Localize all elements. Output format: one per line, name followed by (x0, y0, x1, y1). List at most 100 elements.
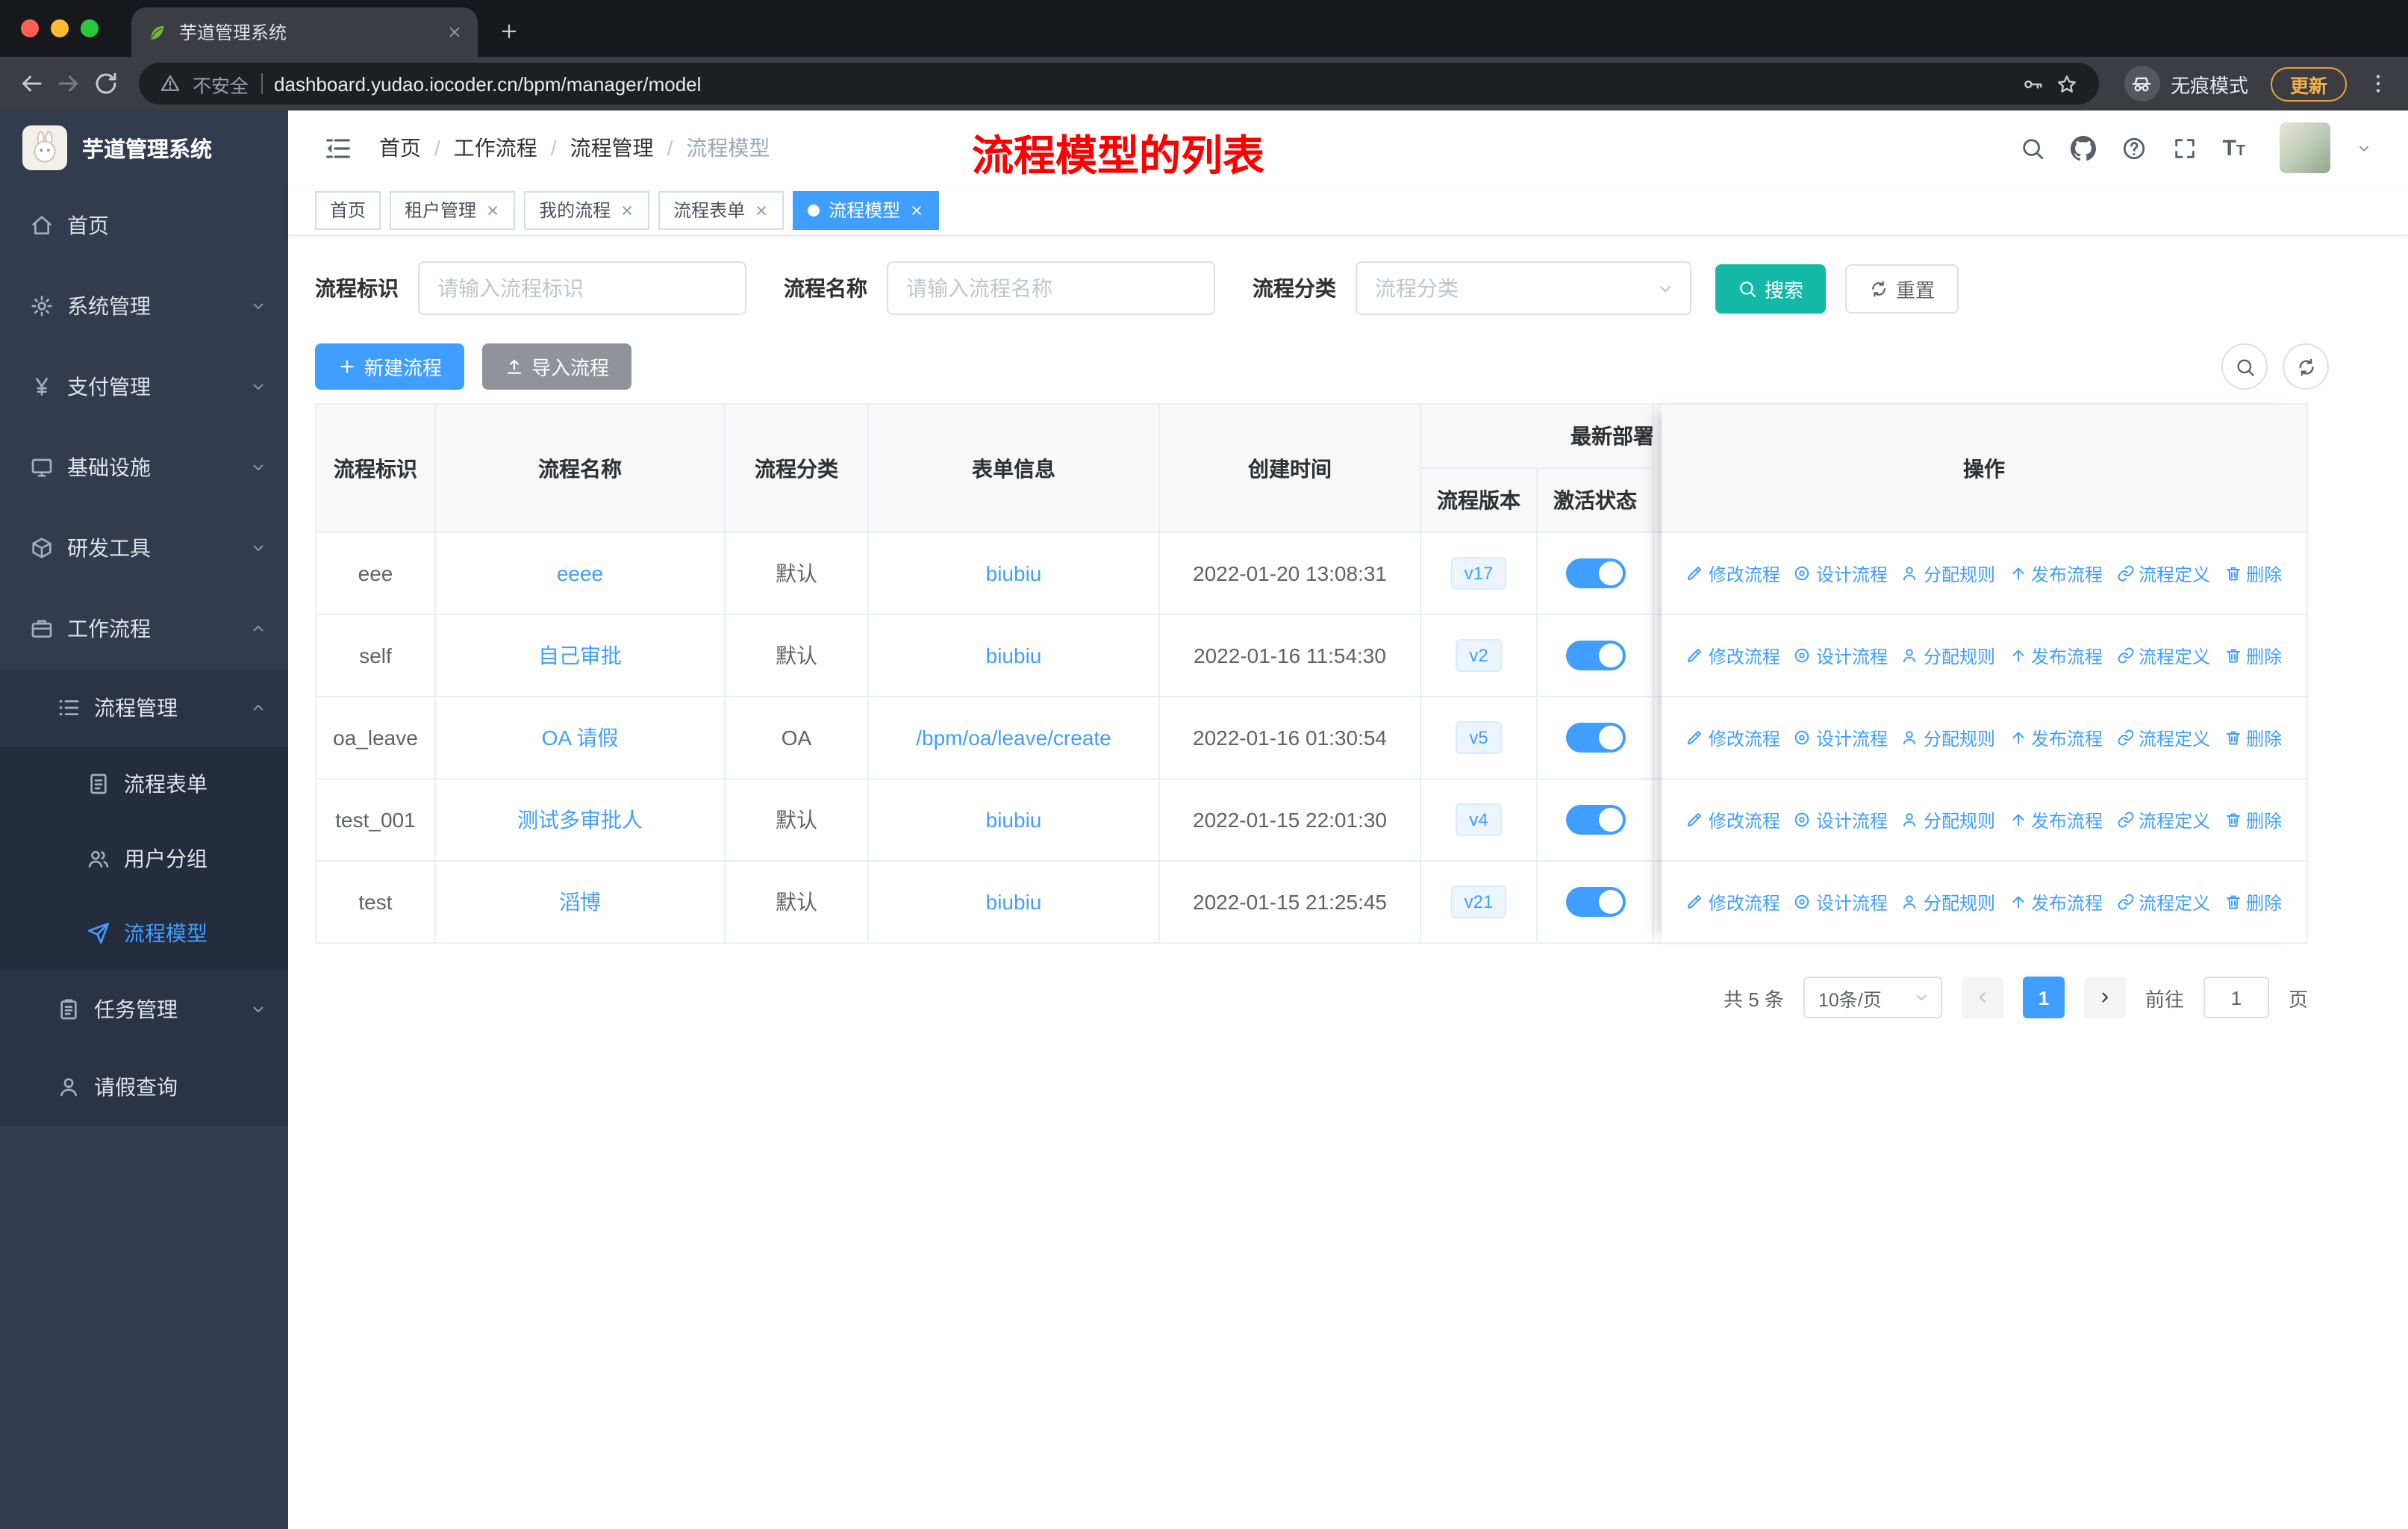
browser-tab[interactable]: 芋道管理系统 (131, 7, 478, 57)
form-info-link[interactable]: biubiu (986, 561, 1042, 585)
bookmark-star-icon[interactable] (2056, 72, 2078, 95)
tag-close-icon[interactable] (754, 202, 769, 217)
action-design-link[interactable]: 设计流程 (1794, 889, 1888, 915)
browser-menu-icon[interactable] (2366, 72, 2390, 96)
action-assign-link[interactable]: 分配规则 (1901, 807, 1995, 832)
tag-my-process[interactable]: 我的流程 (524, 190, 650, 229)
form-info-link[interactable]: biubiu (986, 890, 1042, 914)
action-edit-link[interactable]: 修改流程 (1686, 889, 1780, 915)
action-edit-link[interactable]: 修改流程 (1686, 643, 1780, 668)
action-publish-link[interactable]: 发布流程 (2009, 725, 2103, 750)
action-edit-link[interactable]: 修改流程 (1686, 807, 1780, 832)
process-name-link[interactable]: eeee (557, 561, 603, 585)
action-assign-link[interactable]: 分配规则 (1901, 889, 1995, 915)
action-definition-link[interactable]: 流程定义 (2116, 643, 2210, 668)
sidebar-item-process-management[interactable]: 流程管理 (0, 669, 288, 747)
new-tab-button[interactable] (499, 21, 520, 42)
action-edit-link[interactable]: 修改流程 (1686, 561, 1780, 586)
process-name-link[interactable]: 自己审批 (538, 644, 622, 667)
sidebar-item-process-form[interactable]: 流程表单 (0, 747, 288, 821)
tag-close-icon[interactable] (485, 202, 500, 217)
tag-home[interactable]: 首页 (315, 190, 381, 229)
action-delete-link[interactable]: 删除 (2224, 807, 2282, 832)
form-info-link[interactable]: biubiu (986, 644, 1042, 667)
category-select[interactable]: 流程分类 (1356, 261, 1691, 315)
minimize-window-button[interactable] (51, 19, 69, 37)
fullscreen-icon[interactable] (2171, 135, 2197, 161)
import-process-button[interactable]: 导入流程 (482, 343, 632, 390)
github-icon[interactable] (2070, 135, 2096, 161)
action-publish-link[interactable]: 发布流程 (2009, 643, 2103, 668)
user-avatar[interactable] (2280, 122, 2330, 173)
form-info-link[interactable]: /bpm/oa/leave/create (916, 726, 1111, 750)
process-key-input[interactable] (418, 261, 746, 315)
action-definition-link[interactable]: 流程定义 (2116, 807, 2210, 832)
refresh-table-button[interactable] (2283, 343, 2329, 390)
process-name-link[interactable]: 滔博 (559, 890, 601, 914)
process-name-link[interactable]: 测试多审批人 (517, 808, 643, 832)
active-status-toggle[interactable] (1565, 805, 1625, 835)
avatar-caret-icon[interactable] (2356, 140, 2372, 156)
zoom-window-button[interactable] (81, 19, 99, 37)
active-status-toggle[interactable] (1565, 641, 1625, 670)
password-manager-icon[interactable] (2021, 72, 2044, 95)
action-publish-link[interactable]: 发布流程 (2009, 807, 2103, 832)
search-button[interactable]: 搜索 (1715, 264, 1827, 313)
tag-process-form[interactable]: 流程表单 (658, 190, 785, 229)
action-design-link[interactable]: 设计流程 (1794, 725, 1888, 750)
action-delete-link[interactable]: 删除 (2224, 889, 2282, 915)
action-edit-link[interactable]: 修改流程 (1686, 725, 1780, 750)
action-definition-link[interactable]: 流程定义 (2116, 725, 2210, 750)
toggle-search-button[interactable] (2221, 343, 2268, 390)
sidebar-item-infrastructure[interactable]: 基础设施 (0, 427, 288, 508)
prev-page-button[interactable] (1961, 977, 2003, 1018)
action-delete-link[interactable]: 删除 (2224, 561, 2282, 586)
chrome-update-button[interactable]: 更新 (2270, 66, 2347, 101)
active-status-toggle[interactable] (1565, 723, 1625, 753)
form-info-link[interactable]: biubiu (986, 808, 1042, 832)
action-publish-link[interactable]: 发布流程 (2009, 889, 2103, 915)
tag-tenant[interactable]: 租户管理 (390, 190, 516, 229)
active-status-toggle[interactable] (1565, 558, 1625, 588)
current-page-button[interactable]: 1 (2022, 977, 2065, 1018)
forward-button[interactable] (55, 70, 82, 97)
next-page-button[interactable] (2083, 977, 2126, 1018)
sidebar-item-task-management[interactable]: 任务管理 (0, 971, 288, 1048)
action-assign-link[interactable]: 分配规则 (1901, 561, 1995, 586)
address-bar[interactable]: 不安全 dashboard.yudao.iocoder.cn/bpm/manag… (139, 63, 2099, 105)
breadcrumb-item[interactable]: 流程管理 (570, 133, 654, 163)
sidebar-item-system[interactable]: 系统管理 (0, 266, 288, 346)
action-delete-link[interactable]: 删除 (2224, 643, 2282, 668)
sidebar-item-user-group[interactable]: 用户分组 (0, 821, 288, 896)
font-size-icon[interactable]: TT (2222, 137, 2245, 159)
tab-close-icon[interactable] (446, 24, 463, 40)
create-process-button[interactable]: 新建流程 (315, 343, 465, 390)
action-design-link[interactable]: 设计流程 (1794, 643, 1888, 668)
reload-button[interactable] (93, 70, 119, 97)
process-name-input[interactable] (887, 261, 1215, 315)
search-icon[interactable] (2019, 135, 2044, 161)
close-window-button[interactable] (21, 19, 39, 37)
tag-process-model[interactable]: 流程模型 (793, 190, 940, 229)
sidebar-item-leave-query[interactable]: 请假查询 (0, 1048, 288, 1126)
action-design-link[interactable]: 设计流程 (1794, 561, 1888, 586)
sidebar-item-dev-tools[interactable]: 研发工具 (0, 508, 288, 588)
action-definition-link[interactable]: 流程定义 (2116, 561, 2210, 586)
active-status-toggle[interactable] (1565, 887, 1625, 917)
tag-close-icon[interactable] (620, 202, 634, 217)
reset-button[interactable]: 重置 (1845, 264, 1959, 313)
action-design-link[interactable]: 设计流程 (1794, 807, 1888, 832)
sidebar-item-home[interactable]: 首页 (0, 185, 288, 266)
help-icon[interactable] (2121, 135, 2146, 161)
collapse-sidebar-icon[interactable] (324, 134, 352, 162)
tag-close-icon[interactable] (909, 202, 924, 217)
action-definition-link[interactable]: 流程定义 (2116, 889, 2210, 915)
process-name-link[interactable]: OA 请假 (542, 726, 619, 750)
back-button[interactable] (18, 70, 45, 97)
page-size-select[interactable]: 10条/页 (1803, 977, 1942, 1018)
sidebar-item-workflow[interactable]: 工作流程 (0, 588, 288, 669)
sidebar-item-process-model[interactable]: 流程模型 (0, 896, 288, 971)
action-delete-link[interactable]: 删除 (2224, 725, 2282, 750)
breadcrumb-item[interactable]: 工作流程 (454, 133, 537, 163)
breadcrumb-item[interactable]: 首页 (379, 133, 421, 163)
